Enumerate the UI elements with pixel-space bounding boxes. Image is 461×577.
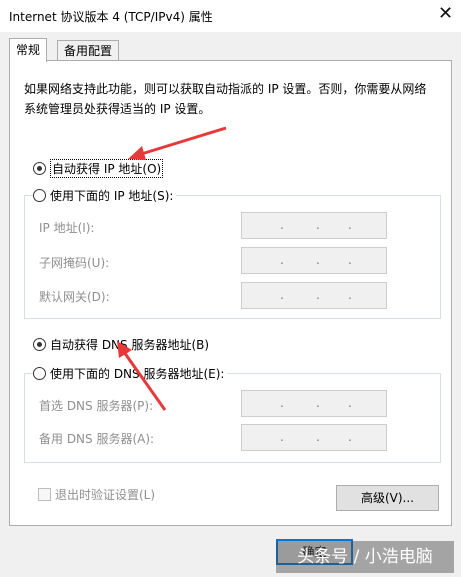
arrow-to-ip-auto — [128, 126, 227, 160]
annotation-arrows — [117, 126, 227, 411]
watermark: 头条号 / 小浩电脑 — [276, 541, 454, 573]
arrow-to-dns-auto — [117, 341, 167, 411]
